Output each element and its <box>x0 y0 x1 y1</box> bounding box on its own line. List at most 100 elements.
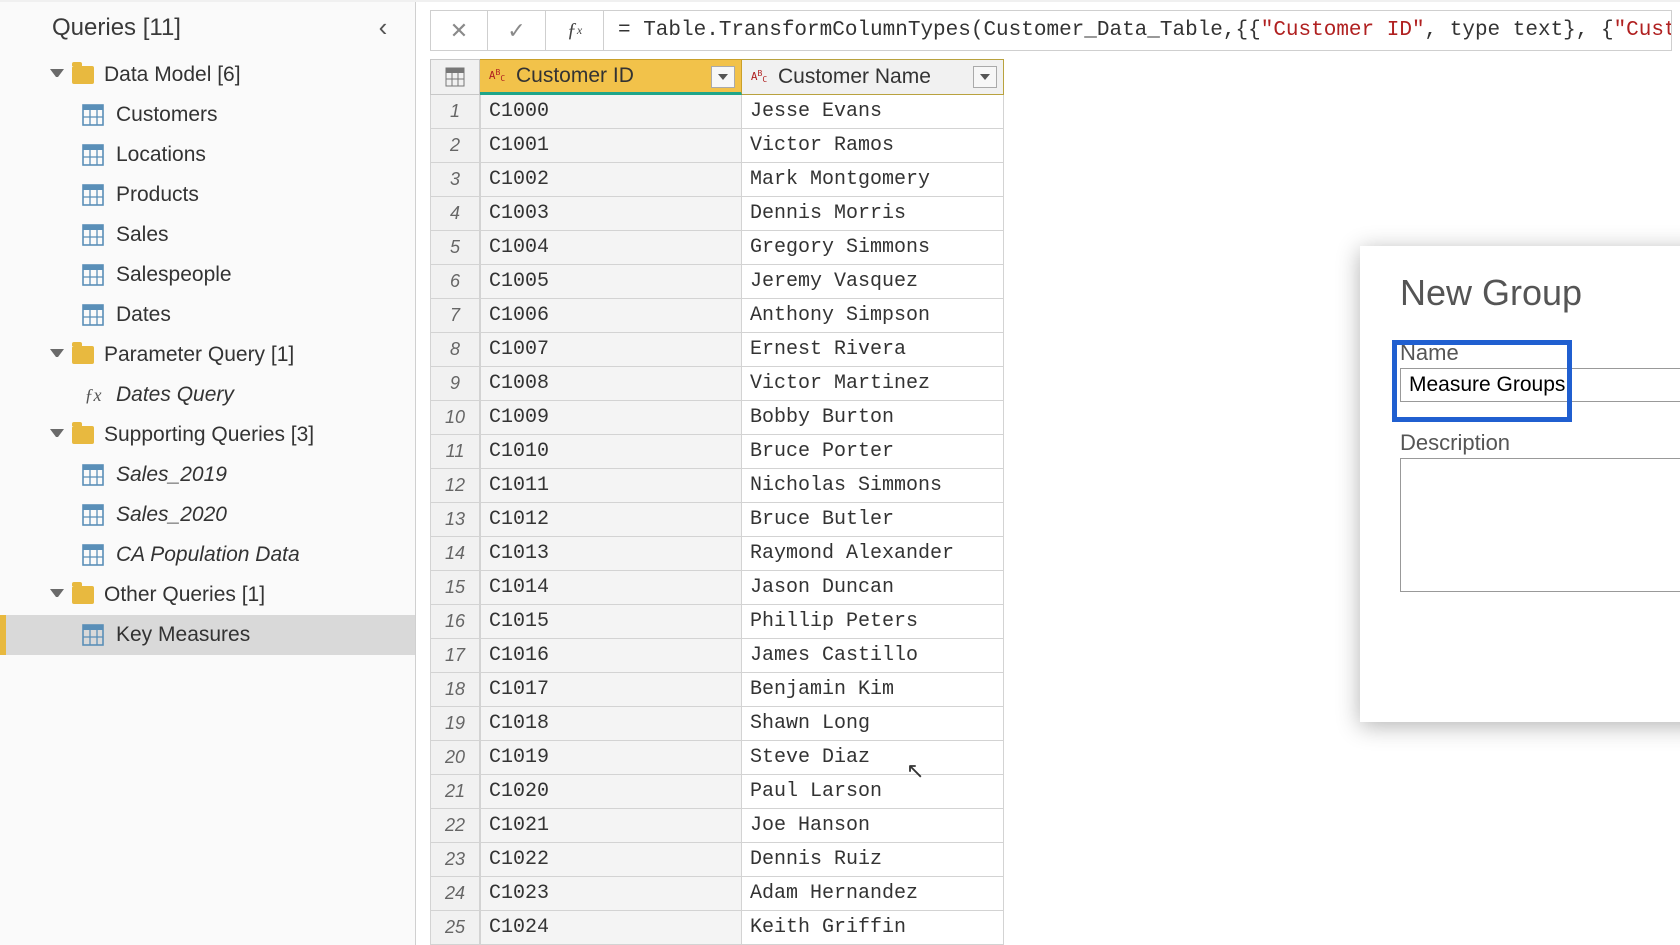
query-item[interactable]: Locations <box>0 135 415 175</box>
cell-customer-name[interactable]: James Castillo <box>742 639 1004 673</box>
table-row[interactable]: 13 C1012 Bruce Butler <box>430 503 1432 537</box>
cell-customer-name[interactable]: Steve Diaz <box>742 741 1004 775</box>
cell-customer-id[interactable]: C1021 <box>480 809 742 843</box>
row-number[interactable]: 10 <box>430 401 480 435</box>
cell-customer-id[interactable]: C1011 <box>480 469 742 503</box>
row-number[interactable]: 1 <box>430 95 480 129</box>
row-number[interactable]: 22 <box>430 809 480 843</box>
folder-row[interactable]: Supporting Queries [3] <box>0 415 415 455</box>
row-number[interactable]: 2 <box>430 129 480 163</box>
table-row[interactable]: 18 C1017 Benjamin Kim <box>430 673 1432 707</box>
cell-customer-id[interactable]: C1000 <box>480 95 742 129</box>
table-row[interactable]: 4 C1003 Dennis Morris <box>430 197 1432 231</box>
folder-row[interactable]: Parameter Query [1] <box>0 335 415 375</box>
cell-customer-id[interactable]: C1010 <box>480 435 742 469</box>
row-number[interactable]: 9 <box>430 367 480 401</box>
cell-customer-id[interactable]: C1016 <box>480 639 742 673</box>
row-number[interactable]: 20 <box>430 741 480 775</box>
row-number[interactable]: 19 <box>430 707 480 741</box>
table-row[interactable]: 16 C1015 Phillip Peters <box>430 605 1432 639</box>
select-all-cell[interactable] <box>430 59 480 95</box>
row-number[interactable]: 3 <box>430 163 480 197</box>
cell-customer-name[interactable]: Ernest Rivera <box>742 333 1004 367</box>
cell-customer-name[interactable]: Dennis Morris <box>742 197 1004 231</box>
cell-customer-name[interactable]: Paul Larson <box>742 775 1004 809</box>
row-number[interactable]: 6 <box>430 265 480 299</box>
cell-customer-id[interactable]: C1001 <box>480 129 742 163</box>
cell-customer-id[interactable]: C1005 <box>480 265 742 299</box>
cell-customer-id[interactable]: C1009 <box>480 401 742 435</box>
folder-row[interactable]: Other Queries [1] <box>0 575 415 615</box>
query-item[interactable]: CA Population Data <box>0 535 415 575</box>
cell-customer-name[interactable]: Joe Hanson <box>742 809 1004 843</box>
cell-customer-id[interactable]: C1002 <box>480 163 742 197</box>
column-filter-dropdown[interactable] <box>711 66 735 88</box>
query-item[interactable]: ƒxDates Query <box>0 375 415 415</box>
cell-customer-id[interactable]: C1007 <box>480 333 742 367</box>
collapse-sidebar-button[interactable]: ‹ <box>369 12 397 43</box>
table-row[interactable]: 23 C1022 Dennis Ruiz <box>430 843 1432 877</box>
cell-customer-name[interactable]: Gregory Simmons <box>742 231 1004 265</box>
table-row[interactable]: 10 C1009 Bobby Burton <box>430 401 1432 435</box>
cell-customer-name[interactable]: Dennis Ruiz <box>742 843 1004 877</box>
formula-input[interactable]: = Table.TransformColumnTypes(Customer_Da… <box>604 10 1672 51</box>
cell-customer-name[interactable]: Jason Duncan <box>742 571 1004 605</box>
row-number[interactable]: 12 <box>430 469 480 503</box>
table-row[interactable]: 19 C1018 Shawn Long <box>430 707 1432 741</box>
query-item[interactable]: Salespeople <box>0 255 415 295</box>
row-number[interactable]: 8 <box>430 333 480 367</box>
cell-customer-name[interactable]: Bobby Burton <box>742 401 1004 435</box>
table-row[interactable]: 21 C1020 Paul Larson <box>430 775 1432 809</box>
table-row[interactable]: 6 C1005 Jeremy Vasquez <box>430 265 1432 299</box>
cell-customer-name[interactable]: Bruce Butler <box>742 503 1004 537</box>
column-filter-dropdown[interactable] <box>973 66 997 88</box>
cell-customer-id[interactable]: C1018 <box>480 707 742 741</box>
row-number[interactable]: 24 <box>430 877 480 911</box>
table-row[interactable]: 8 C1007 Ernest Rivera <box>430 333 1432 367</box>
table-row[interactable]: 24 C1023 Adam Hernandez <box>430 877 1432 911</box>
cell-customer-id[interactable]: C1013 <box>480 537 742 571</box>
formula-confirm-button[interactable]: ✓ <box>488 10 546 51</box>
table-row[interactable]: 1 C1000 Jesse Evans <box>430 95 1432 129</box>
cell-customer-name[interactable]: Jesse Evans <box>742 95 1004 129</box>
cell-customer-id[interactable]: C1022 <box>480 843 742 877</box>
row-number[interactable]: 11 <box>430 435 480 469</box>
cell-customer-id[interactable]: C1019 <box>480 741 742 775</box>
cell-customer-name[interactable]: Benjamin Kim <box>742 673 1004 707</box>
cell-customer-name[interactable]: Phillip Peters <box>742 605 1004 639</box>
row-number[interactable]: 16 <box>430 605 480 639</box>
row-number[interactable]: 5 <box>430 231 480 265</box>
query-item[interactable]: Sales_2019 <box>0 455 415 495</box>
cell-customer-name[interactable]: Mark Montgomery <box>742 163 1004 197</box>
table-row[interactable]: 2 C1001 Victor Ramos <box>430 129 1432 163</box>
row-number[interactable]: 4 <box>430 197 480 231</box>
cell-customer-name[interactable]: Victor Martinez <box>742 367 1004 401</box>
cell-customer-id[interactable]: C1017 <box>480 673 742 707</box>
row-number[interactable]: 25 <box>430 911 480 945</box>
table-row[interactable]: 25 C1024 Keith Griffin <box>430 911 1432 945</box>
table-row[interactable]: 12 C1011 Nicholas Simmons <box>430 469 1432 503</box>
table-row[interactable]: 14 C1013 Raymond Alexander <box>430 537 1432 571</box>
cell-customer-id[interactable]: C1024 <box>480 911 742 945</box>
table-row[interactable]: 11 C1010 Bruce Porter <box>430 435 1432 469</box>
cell-customer-name[interactable]: Victor Ramos <box>742 129 1004 163</box>
row-number[interactable]: 15 <box>430 571 480 605</box>
row-number[interactable]: 7 <box>430 299 480 333</box>
cell-customer-id[interactable]: C1023 <box>480 877 742 911</box>
cell-customer-name[interactable]: Adam Hernandez <box>742 877 1004 911</box>
cell-customer-id[interactable]: C1015 <box>480 605 742 639</box>
row-number[interactable]: 14 <box>430 537 480 571</box>
table-row[interactable]: 22 C1021 Joe Hanson <box>430 809 1432 843</box>
group-name-input[interactable] <box>1400 368 1680 402</box>
table-row[interactable]: 3 C1002 Mark Montgomery <box>430 163 1432 197</box>
folder-row[interactable]: Data Model [6] <box>0 55 415 95</box>
cell-customer-name[interactable]: Keith Griffin <box>742 911 1004 945</box>
query-item[interactable]: Sales_2020 <box>0 495 415 535</box>
query-item[interactable]: Sales <box>0 215 415 255</box>
cell-customer-id[interactable]: C1003 <box>480 197 742 231</box>
cell-customer-id[interactable]: C1014 <box>480 571 742 605</box>
row-number[interactable]: 23 <box>430 843 480 877</box>
query-item[interactable]: Products <box>0 175 415 215</box>
cell-customer-name[interactable]: Bruce Porter <box>742 435 1004 469</box>
cell-customer-id[interactable]: C1020 <box>480 775 742 809</box>
